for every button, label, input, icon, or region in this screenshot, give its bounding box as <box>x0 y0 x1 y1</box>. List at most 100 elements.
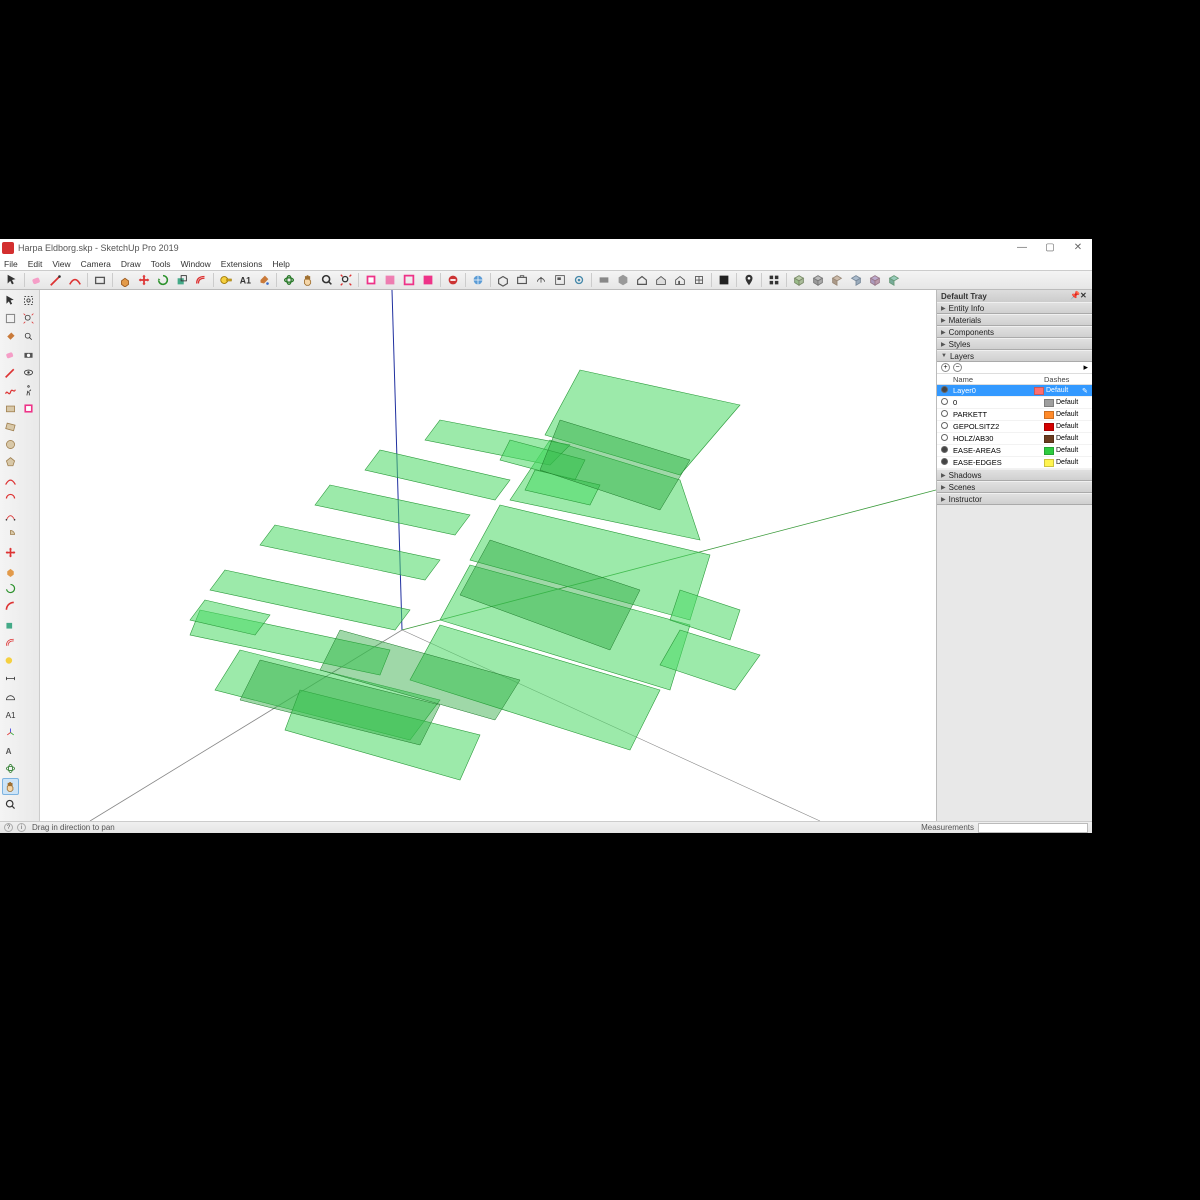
lt-section-icon[interactable] <box>20 400 37 417</box>
tray-pin-icon[interactable]: 📌 <box>1070 292 1078 300</box>
layer-visibility-toggle[interactable] <box>937 386 951 395</box>
lt-camera-icon[interactable] <box>20 346 37 363</box>
info-hint-icon[interactable]: i <box>17 823 26 832</box>
minimize-button[interactable]: — <box>1008 239 1036 257</box>
layer-row[interactable]: 0Default <box>937 397 1092 409</box>
layout-icon[interactable] <box>551 272 569 288</box>
lt-orbit-icon[interactable] <box>2 760 19 777</box>
box-f-icon[interactable] <box>885 272 903 288</box>
extension-manager-icon[interactable] <box>570 272 588 288</box>
layer-visibility-toggle[interactable] <box>937 434 951 443</box>
lt-followme-icon[interactable] <box>2 598 19 615</box>
scale-tool-icon[interactable] <box>173 272 191 288</box>
box-e-icon[interactable] <box>866 272 884 288</box>
plugin-b-icon[interactable] <box>614 272 632 288</box>
panel-styles[interactable]: Styles <box>937 338 1092 350</box>
lt-zoomwin-icon[interactable] <box>20 292 37 309</box>
section-fill-icon[interactable] <box>419 272 437 288</box>
lt-component-icon[interactable] <box>2 310 19 327</box>
layers-menu-button[interactable]: ▸ <box>1083 362 1088 373</box>
menu-window[interactable]: Window <box>181 259 211 269</box>
measurements-input[interactable] <box>978 823 1088 833</box>
close-button[interactable]: ✕ <box>1064 239 1092 257</box>
lt-freehand-icon[interactable] <box>2 382 19 399</box>
lt-rotrect-icon[interactable] <box>2 418 19 435</box>
lt-polygon-icon[interactable] <box>2 454 19 471</box>
panel-layers[interactable]: Layers <box>937 350 1092 362</box>
panel-entity-info[interactable]: Entity Info <box>937 302 1092 314</box>
grid-icon[interactable] <box>765 272 783 288</box>
lt-pie-icon[interactable] <box>2 526 19 543</box>
layer-row[interactable]: EASE-AREASDefault <box>937 445 1092 457</box>
layer-visibility-toggle[interactable] <box>937 398 951 407</box>
plugin-house-icon[interactable] <box>633 272 651 288</box>
layer-color-swatch[interactable] <box>1044 447 1054 455</box>
map-pin-icon[interactable] <box>740 272 758 288</box>
layer-row[interactable]: GEPOLSITZ2Default <box>937 421 1092 433</box>
line-tool-icon[interactable] <box>47 272 65 288</box>
upload-icon[interactable] <box>532 272 550 288</box>
panel-instructor[interactable]: Instructor <box>937 493 1092 505</box>
geo-location-icon[interactable] <box>469 272 487 288</box>
panel-components[interactable]: Components <box>937 326 1092 338</box>
layer-color-swatch[interactable] <box>1044 423 1054 431</box>
delete-icon[interactable] <box>444 272 462 288</box>
orbit-tool-icon[interactable] <box>280 272 298 288</box>
lt-arc-icon[interactable] <box>2 472 19 489</box>
lt-rect-icon[interactable] <box>2 400 19 417</box>
lt-scale-icon[interactable] <box>2 616 19 633</box>
panel-shadows[interactable]: Shadows <box>937 469 1092 481</box>
layer-visibility-toggle[interactable] <box>937 410 951 419</box>
box-b-icon[interactable] <box>809 272 827 288</box>
section-cut-icon[interactable] <box>400 272 418 288</box>
layer-edit-icon[interactable]: ✎ <box>1082 387 1092 395</box>
eraser-icon[interactable] <box>28 272 46 288</box>
layer-row[interactable]: EASE-EDGESDefault <box>937 457 1092 469</box>
lt-circle-icon[interactable] <box>2 436 19 453</box>
section-plane-icon[interactable] <box>362 272 380 288</box>
lt-2parc-icon[interactable] <box>2 490 19 507</box>
zoom-extents-icon[interactable] <box>337 272 355 288</box>
layer-row[interactable]: PARKETTDefault <box>937 409 1092 421</box>
lt-3parc-icon[interactable] <box>2 508 19 525</box>
menu-tools[interactable]: Tools <box>151 259 171 269</box>
plugin-dark-icon[interactable] <box>715 272 733 288</box>
layer-visibility-toggle[interactable] <box>937 458 951 467</box>
lt-protractor-icon[interactable] <box>2 688 19 705</box>
move-tool-icon[interactable] <box>135 272 153 288</box>
remove-layer-button[interactable]: − <box>953 363 962 372</box>
layer-color-swatch[interactable] <box>1044 399 1054 407</box>
lt-zoomext-icon[interactable] <box>20 310 37 327</box>
paint-bucket-icon[interactable] <box>255 272 273 288</box>
lt-offset-icon[interactable] <box>2 634 19 651</box>
viewport-3d[interactable] <box>40 290 936 821</box>
pan-tool-icon[interactable] <box>299 272 317 288</box>
arc-tool-icon[interactable] <box>66 272 84 288</box>
layer-visibility-toggle[interactable] <box>937 446 951 455</box>
lt-walk-icon[interactable] <box>20 382 37 399</box>
lt-pushpull-icon[interactable] <box>2 562 19 579</box>
pushpull-tool-icon[interactable] <box>116 272 134 288</box>
layer-color-swatch[interactable] <box>1044 459 1054 467</box>
text-tool-icon[interactable]: A1 <box>236 272 254 288</box>
menu-help[interactable]: Help <box>272 259 289 269</box>
lt-move-icon[interactable] <box>2 544 19 561</box>
lt-3dtext-icon[interactable]: A <box>2 742 19 759</box>
lt-pan-icon[interactable] <box>2 778 19 795</box>
menu-camera[interactable]: Camera <box>81 259 111 269</box>
lt-line-icon[interactable] <box>2 364 19 381</box>
zoom-tool-icon[interactable] <box>318 272 336 288</box>
rectangle-tool-icon[interactable] <box>91 272 109 288</box>
layer-row[interactable]: HOLZ/AB30Default <box>937 433 1092 445</box>
lt-axes-icon[interactable] <box>2 724 19 741</box>
tape-measure-icon[interactable] <box>217 272 235 288</box>
help-hint-icon[interactable]: ? <box>4 823 13 832</box>
panel-scenes[interactable]: Scenes <box>937 481 1092 493</box>
box-c-icon[interactable] <box>828 272 846 288</box>
plugin-window-icon[interactable] <box>690 272 708 288</box>
tray-close-icon[interactable]: ✕ <box>1080 292 1088 300</box>
lt-tape-icon[interactable] <box>2 652 19 669</box>
tray-titlebar[interactable]: Default Tray 📌 ✕ <box>937 290 1092 302</box>
lt-look-icon[interactable] <box>20 364 37 381</box>
layer-visibility-toggle[interactable] <box>937 422 951 431</box>
